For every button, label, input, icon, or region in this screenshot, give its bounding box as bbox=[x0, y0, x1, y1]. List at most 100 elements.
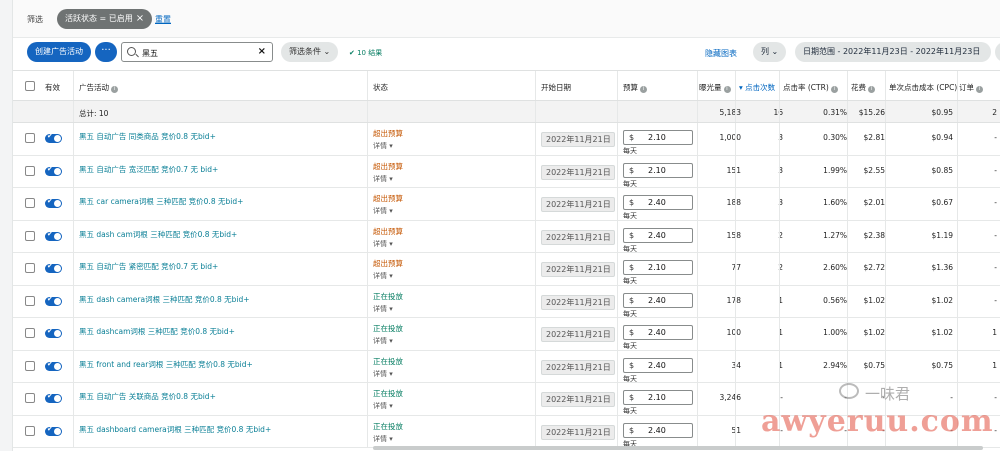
orders-value: - bbox=[994, 263, 997, 272]
campaign-name-link[interactable]: 黑五 front and rear词根 三种匹配 竞价0.8 无bid+ bbox=[79, 359, 253, 370]
budget-value[interactable]: 2.10 bbox=[648, 131, 666, 144]
filter-conditions-button[interactable]: 筛选条件 ⌄ bbox=[281, 42, 339, 62]
budget-input[interactable]: $2.10 bbox=[623, 162, 693, 178]
start-date-field: 2022年11月21日 bbox=[541, 327, 615, 342]
active-toggle[interactable]: ✔ bbox=[45, 132, 62, 143]
budget-input[interactable]: $2.40 bbox=[623, 292, 693, 308]
status-details-dropdown[interactable]: 详情 ▾ bbox=[373, 174, 393, 184]
budget-value[interactable]: 2.40 bbox=[648, 229, 666, 242]
active-toggle[interactable]: ✔ bbox=[45, 165, 62, 176]
budget-value[interactable]: 2.40 bbox=[648, 359, 666, 372]
col-campaign[interactable]: 广告活动 i bbox=[79, 82, 118, 93]
active-toggle[interactable]: ✔ bbox=[45, 295, 62, 306]
clear-search-icon[interactable]: × bbox=[258, 46, 266, 57]
row-checkbox[interactable] bbox=[25, 198, 35, 208]
col-start-date[interactable]: 开始日期 bbox=[541, 82, 571, 93]
col-status[interactable]: 状态 bbox=[373, 82, 388, 93]
status-details-dropdown[interactable]: 详情 ▾ bbox=[373, 369, 393, 379]
row-checkbox[interactable] bbox=[25, 263, 35, 273]
status-details-dropdown[interactable]: 详情 ▾ bbox=[373, 141, 393, 151]
column-divider bbox=[697, 318, 698, 350]
col-ctr[interactable]: 点击率 (CTR) i bbox=[783, 82, 838, 93]
status-details-dropdown[interactable]: 详情 ▾ bbox=[373, 336, 393, 346]
campaign-name-link[interactable]: 黑五 自动广告 同类商品 竞价0.8 无bid+ bbox=[79, 131, 216, 142]
campaign-name-link[interactable]: 黑五 dash cam词根 三种匹配 竞价0.8 无bid+ bbox=[79, 229, 237, 240]
row-checkbox[interactable] bbox=[25, 230, 35, 241]
status-details-dropdown[interactable]: 详情 ▾ bbox=[373, 239, 393, 249]
col-active[interactable]: 有效 bbox=[45, 82, 60, 93]
row-checkbox[interactable] bbox=[25, 133, 35, 143]
impressions-value: 188 bbox=[726, 198, 741, 207]
status-text: 超出预算 bbox=[373, 129, 403, 138]
active-toggle[interactable]: ✔ bbox=[45, 425, 62, 436]
budget-value[interactable]: 2.40 bbox=[648, 326, 666, 339]
active-toggle[interactable]: ✔ bbox=[45, 327, 62, 338]
active-toggle[interactable]: ✔ bbox=[45, 262, 62, 273]
col-cpc[interactable]: 单次点击成本 (CPC) bbox=[889, 82, 957, 93]
row-checkbox[interactable] bbox=[25, 393, 35, 403]
chip-label: 活跃状态 = 已启用 bbox=[65, 14, 133, 23]
export-button[interactable] bbox=[995, 42, 1000, 62]
row-checkbox[interactable] bbox=[25, 425, 35, 436]
chip-close-icon[interactable]: × bbox=[136, 13, 144, 24]
search-input[interactable]: 黑五 × bbox=[121, 42, 273, 62]
budget-input[interactable]: $2.40 bbox=[623, 357, 693, 373]
budget-input[interactable]: $2.10 bbox=[623, 130, 693, 145]
status-details-dropdown[interactable]: 详情 ▾ bbox=[373, 401, 393, 411]
reset-filters-link[interactable]: 重置 bbox=[155, 14, 171, 25]
campaign-name-link[interactable]: 黑五 自动广告 关联商品 竞价0.8 无bid+ bbox=[79, 391, 216, 402]
search-value[interactable]: 黑五 bbox=[142, 48, 158, 59]
budget-value[interactable]: 2.40 bbox=[648, 294, 666, 307]
budget-value[interactable]: 2.40 bbox=[648, 196, 666, 209]
columns-button[interactable]: 列 ⌄ bbox=[753, 42, 787, 62]
budget-value[interactable]: 2.10 bbox=[648, 164, 666, 177]
col-spend[interactable]: 花费 i bbox=[851, 82, 875, 93]
budget-input[interactable]: $2.40 bbox=[623, 325, 693, 340]
col-impressions-label: 曝光量 bbox=[699, 83, 722, 92]
budget-input[interactable]: $2.40 bbox=[623, 227, 693, 243]
date-range-button[interactable]: 日期范围 - 2022年11月23日 - 2022年11月23日 bbox=[795, 42, 991, 62]
impressions-value: 34 bbox=[731, 360, 741, 370]
row-checkbox[interactable] bbox=[25, 295, 35, 306]
campaign-name-link[interactable]: 黑五 car camera词根 三种匹配 竞价0.8 无bid+ bbox=[79, 196, 243, 207]
column-divider bbox=[779, 318, 780, 350]
status-details-dropdown[interactable]: 详情 ▾ bbox=[373, 434, 393, 444]
impressions-value: 158 bbox=[726, 230, 741, 240]
active-toggle[interactable]: ✔ bbox=[45, 360, 62, 371]
col-orders-label: 订单 bbox=[959, 83, 974, 92]
horizontal-scrollbar[interactable] bbox=[373, 446, 983, 450]
budget-value[interactable]: 2.10 bbox=[648, 391, 666, 404]
status-details-dropdown[interactable]: 详情 ▾ bbox=[373, 304, 393, 314]
col-budget[interactable]: 预算 i bbox=[623, 82, 647, 93]
hide-chart-link[interactable]: 隐藏图表 bbox=[705, 48, 737, 59]
budget-value[interactable]: 2.40 bbox=[648, 424, 666, 437]
campaign-name-link[interactable]: 黑五 dashboard camera词根 三种匹配 竞价0.8 无bid+ bbox=[79, 424, 271, 435]
currency-symbol: $ bbox=[629, 295, 635, 305]
status-details-dropdown[interactable]: 详情 ▾ bbox=[373, 206, 393, 216]
select-all-checkbox[interactable] bbox=[25, 81, 35, 91]
active-toggle[interactable]: ✔ bbox=[45, 197, 62, 208]
status-details-dropdown[interactable]: 详情 ▾ bbox=[373, 271, 393, 281]
column-divider bbox=[73, 285, 74, 317]
row-checkbox[interactable] bbox=[25, 360, 35, 371]
budget-input[interactable]: $2.10 bbox=[623, 390, 693, 405]
col-impressions[interactable]: 曝光量 i bbox=[699, 82, 731, 93]
create-campaign-button[interactable]: 创建广告活动 bbox=[27, 42, 91, 62]
active-toggle[interactable]: ✔ bbox=[45, 392, 62, 403]
budget-input[interactable]: $2.10 bbox=[623, 260, 693, 275]
campaign-name-link[interactable]: 黑五 dashcam词根 三种匹配 竞价0.8 无bid+ bbox=[79, 326, 235, 337]
campaign-name-link[interactable]: 黑五 dash camera词根 三种匹配 竞价0.8 无bid+ bbox=[79, 294, 250, 305]
cpc-value: $1.02 bbox=[931, 328, 953, 337]
budget-value[interactable]: 2.10 bbox=[648, 261, 666, 274]
active-status-filter-chip[interactable]: 活跃状态 = 已启用 × bbox=[57, 9, 153, 29]
more-actions-button[interactable]: ··· bbox=[95, 42, 117, 62]
budget-input[interactable]: $2.40 bbox=[623, 195, 693, 210]
col-clicks[interactable]: ▾ 点击次数 bbox=[739, 82, 775, 93]
active-toggle[interactable]: ✔ bbox=[45, 230, 62, 241]
row-checkbox[interactable] bbox=[25, 328, 35, 338]
col-orders[interactable]: 订单 i bbox=[959, 82, 983, 93]
campaign-name-link[interactable]: 黑五 自动广告 宽泛匹配 竞价0.7 无 bid+ bbox=[79, 164, 218, 175]
campaign-name-link[interactable]: 黑五 自动广告 紧密匹配 竞价0.7 无 bid+ bbox=[79, 261, 218, 272]
budget-input[interactable]: $2.40 bbox=[623, 422, 693, 438]
row-checkbox[interactable] bbox=[25, 165, 35, 176]
